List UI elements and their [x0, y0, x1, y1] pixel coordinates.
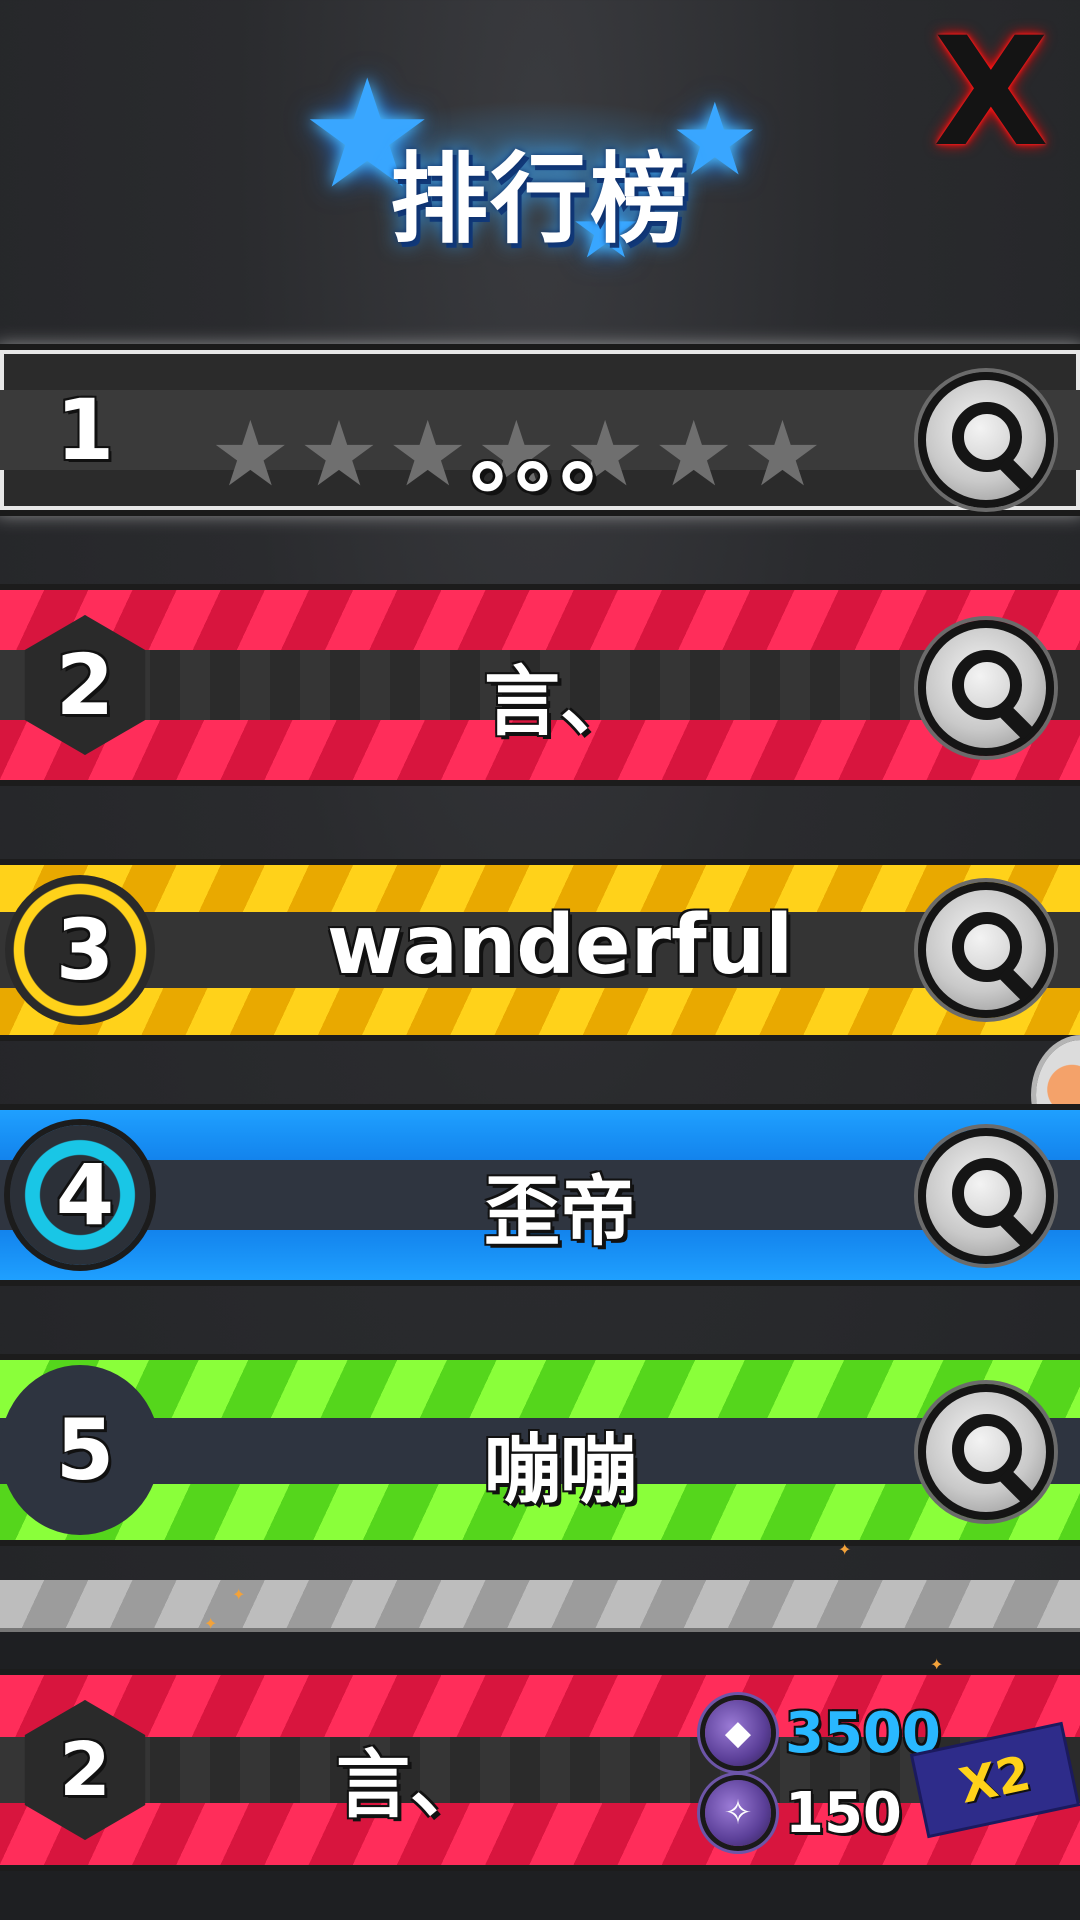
- player-name: 言、: [484, 657, 636, 746]
- score-coin-icon: ◆: [705, 1700, 771, 1766]
- player-name: wanderful: [326, 898, 794, 993]
- view-player-button[interactable]: [918, 882, 1054, 1018]
- gem-stat: ✧ 150: [705, 1780, 902, 1846]
- view-player-button[interactable]: [918, 620, 1054, 756]
- page-title: 排行榜: [389, 143, 690, 257]
- leaderboard-row-1: ★★★★★★★ 1 。。。: [0, 310, 1080, 550]
- view-player-button[interactable]: [918, 1384, 1054, 1520]
- sparkle-icon: ✦: [204, 1614, 218, 1633]
- multiplier-label: X2: [954, 1745, 1036, 1815]
- rank-number: 3: [55, 901, 115, 999]
- rank-badge: 4: [0, 1100, 170, 1290]
- rank-number: 2: [59, 1727, 111, 1813]
- rank-badge: 3: [0, 850, 170, 1050]
- gem-coin-icon: ✧: [705, 1780, 771, 1846]
- view-player-button[interactable]: [918, 372, 1054, 508]
- sparkle-icon: ✦: [838, 1540, 852, 1559]
- rank-number: 5: [55, 1401, 115, 1499]
- player-name: 歪帝: [484, 1167, 636, 1256]
- sparkle-icon: ✦: [232, 1585, 246, 1604]
- rank-badge: 1: [0, 330, 170, 530]
- rank-badge: 2: [0, 1675, 170, 1865]
- leaderboard-row-4: 4 歪帝: [0, 1090, 1080, 1300]
- rank-badge: 5: [0, 1355, 170, 1545]
- leaderboard-row-5: 5 嘣嘣: [0, 1340, 1080, 1560]
- player-name: 嘣嘣: [484, 1425, 636, 1514]
- close-button[interactable]: X: [916, 18, 1066, 168]
- player-name: 言、: [336, 1742, 484, 1828]
- score-stat: ◆ 3500: [705, 1700, 941, 1766]
- gem-value: 150: [785, 1780, 902, 1846]
- player-name: 。。。: [470, 401, 650, 506]
- leaderboard-row-3: 3 wanderful: [0, 850, 1080, 1050]
- rank-badge: 2: [0, 595, 170, 775]
- rank-number: 2: [55, 636, 115, 734]
- close-icon: X: [933, 6, 1049, 180]
- list-divider: [0, 1580, 1080, 1632]
- view-player-button[interactable]: [918, 1128, 1054, 1264]
- title-banner: ★ ★ ★ 排行榜: [300, 50, 780, 290]
- rank-number: 1: [55, 381, 115, 479]
- leaderboard-row-2: 2 言、: [0, 580, 1080, 790]
- rank-number: 4: [55, 1146, 115, 1244]
